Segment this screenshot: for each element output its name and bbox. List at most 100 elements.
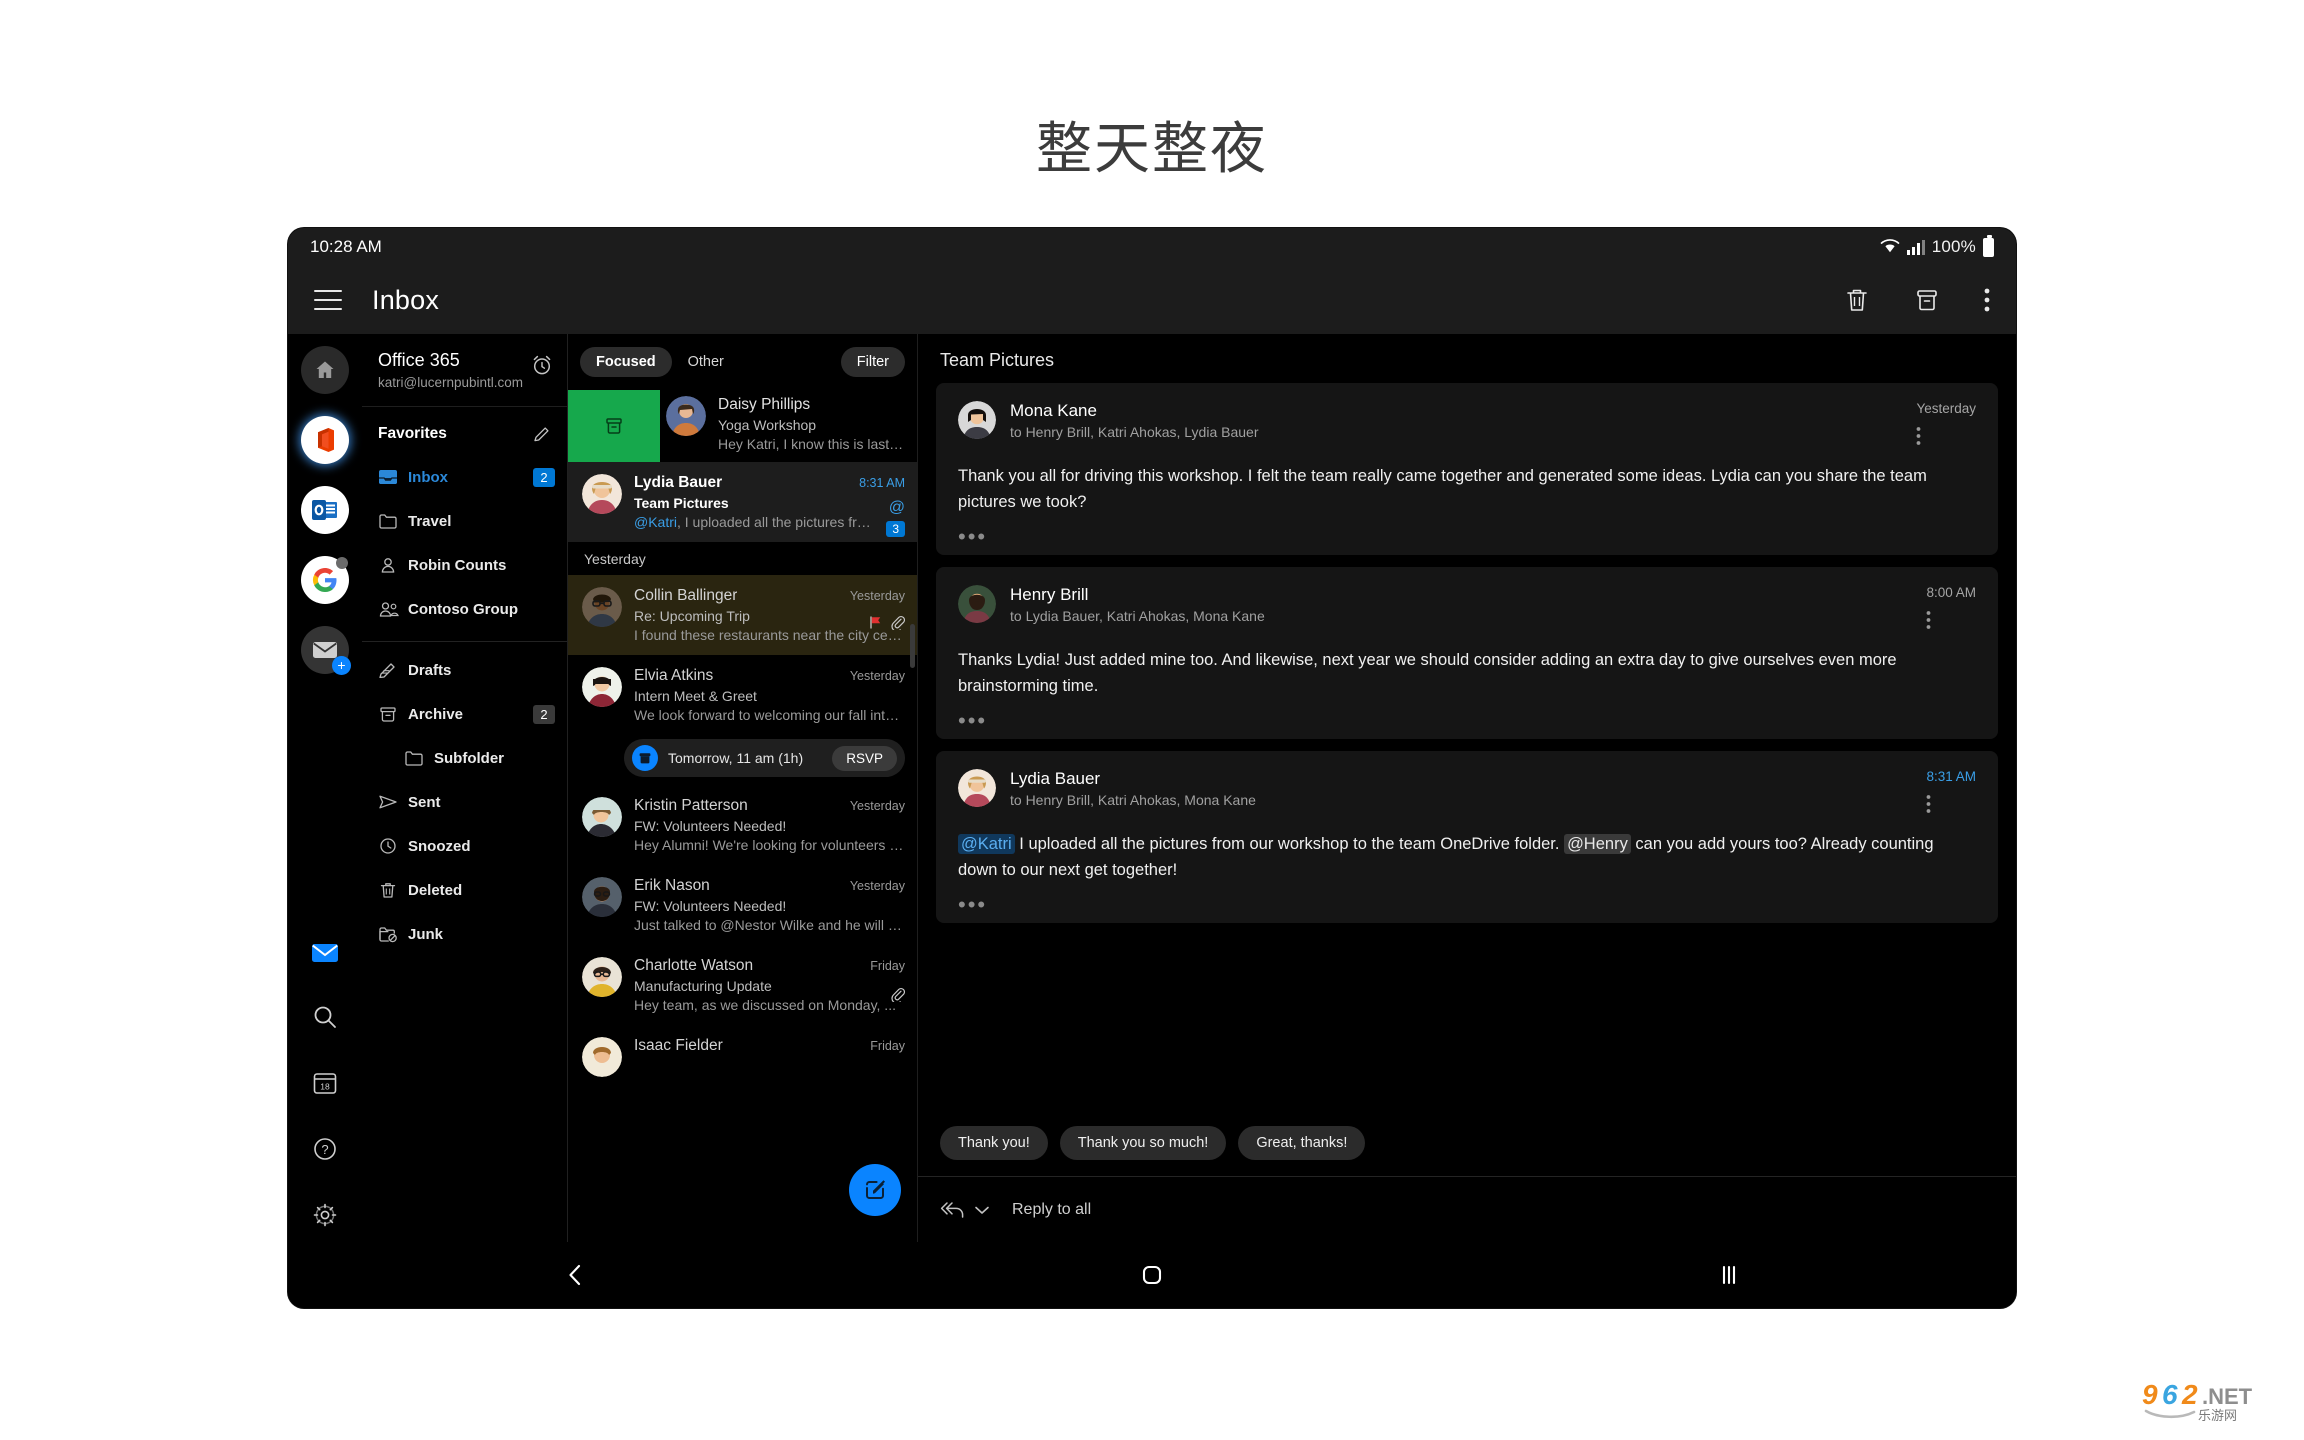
android-status-bar: 10:28 AM 100% [288, 228, 2016, 266]
android-recents-button[interactable] [1718, 1262, 1740, 1288]
search-tab-icon[interactable] [312, 1004, 338, 1030]
home-account-icon[interactable] [301, 346, 349, 394]
list-item-sender: Kristin Patterson [634, 797, 748, 815]
expand-quoted-text-icon[interactable]: ••• [958, 901, 1976, 909]
list-item-time: Friday [862, 1039, 905, 1053]
alarm-clock-icon[interactable] [531, 354, 553, 376]
list-item-erik-nason[interactable]: Erik Nason Yesterday FW: Volunteers Need… [568, 865, 917, 945]
android-back-button[interactable] [564, 1260, 586, 1290]
reply-all-icon[interactable] [940, 1201, 966, 1219]
app-body: + 18 ? [288, 334, 2016, 1242]
sidebar-item-inbox[interactable]: Inbox 2 [362, 455, 567, 499]
message-card-lydia-bauer[interactable]: Lydia Bauer to Henry Brill, Katri Ahokas… [936, 751, 1998, 923]
rsvp-button[interactable]: RSVP [832, 746, 897, 771]
account-header[interactable]: Office 365 katri@lucernpubintl.com [362, 334, 567, 407]
message-overflow-icon[interactable] [1926, 610, 1974, 630]
sidebar-item-travel[interactable]: Travel [362, 499, 567, 543]
tab-focused[interactable]: Focused [580, 347, 672, 377]
pencil-edit-icon[interactable] [533, 425, 551, 443]
avatar [958, 585, 996, 623]
tab-other[interactable]: Other [672, 347, 740, 377]
suggested-reply-2[interactable]: Thank you so much! [1060, 1126, 1227, 1160]
add-account-icon[interactable]: + [301, 626, 349, 674]
avatar [666, 396, 706, 436]
sidebar-item-deleted[interactable]: Deleted [362, 868, 567, 912]
list-item-sender: Elvia Atkins [634, 667, 713, 685]
sidebar-item-subfolder[interactable]: Subfolder [362, 736, 567, 780]
attachment-icon [890, 987, 905, 1002]
sidebar-item-label: Sent [408, 794, 441, 811]
google-account-icon[interactable] [301, 556, 349, 604]
archive-box-icon [378, 705, 408, 723]
sidebar-item-archive[interactable]: Archive 2 [362, 692, 567, 736]
body-part-1: I uploaded all the pictures from our wor… [1015, 835, 1564, 853]
trash-icon [378, 881, 408, 899]
sidebar-item-snoozed[interactable]: Snoozed [362, 824, 567, 868]
sidebar-item-junk[interactable]: Junk [362, 912, 567, 956]
compose-pencil-icon[interactable] [849, 1164, 901, 1216]
list-item-time: 8:31 AM [851, 476, 905, 490]
mail-tab-icon[interactable] [311, 942, 339, 964]
message-card-mona-kane[interactable]: Mona Kane to Henry Brill, Katri Ahokas, … [936, 383, 1998, 555]
sidebar-item-contoso-group[interactable]: Contoso Group [362, 587, 567, 631]
battery-icon [1983, 238, 1994, 257]
svg-text:?: ? [321, 1142, 328, 1157]
message-body: Thanks Lydia! Just added mine too. And l… [958, 648, 1976, 699]
reply-to-all-label[interactable]: Reply to all [1012, 1201, 1091, 1219]
overflow-menu-icon[interactable] [1984, 287, 1990, 313]
avatar [958, 401, 996, 439]
list-item-lydia-bauer[interactable]: Lydia Bauer 8:31 AM Team Pictures @Katri… [568, 462, 917, 542]
list-item-subject: Manufacturing Update [634, 978, 905, 994]
list-toolbar: Focused Other Filter [568, 334, 917, 390]
outlook-account-icon[interactable] [301, 486, 349, 534]
account-name: Office 365 [378, 350, 523, 371]
list-item-isaac-fielder[interactable]: Isaac Fielder Friday [568, 1025, 917, 1089]
android-home-button[interactable] [1139, 1262, 1165, 1288]
reply-bar[interactable]: Reply to all [918, 1176, 2016, 1242]
settings-tab-icon[interactable] [312, 1202, 338, 1228]
message-card-henry-brill[interactable]: Henry Brill to Lydia Bauer, Katri Ahokas… [936, 567, 1998, 739]
app-bar: Inbox [288, 266, 2016, 334]
sidebar-item-drafts[interactable]: Drafts [362, 648, 567, 692]
sidebar-item-robin-counts[interactable]: Robin Counts [362, 543, 567, 587]
expand-quoted-text-icon[interactable]: ••• [958, 717, 1976, 725]
calendar-event-icon [632, 745, 658, 771]
list-item-preview: We look forward to welcoming our fall in… [634, 707, 905, 723]
message-overflow-icon[interactable] [1916, 426, 1974, 446]
message-list-pane[interactable]: Focused Other Filter Daisy Phillips [568, 334, 918, 1242]
message-recipients: to Henry Brill, Katri Ahokas, Mona Kane [1010, 792, 1256, 808]
expand-quoted-text-icon[interactable]: ••• [958, 533, 1976, 541]
suggested-replies: Thank you! Thank you so much! Great, tha… [918, 1116, 2016, 1176]
help-tab-icon[interactable]: ? [312, 1136, 338, 1162]
reading-pane: Team Pictures Mona Kane to Henry Brill, … [918, 334, 2016, 1242]
avatar [582, 1037, 622, 1077]
suggested-reply-3[interactable]: Great, thanks! [1238, 1126, 1365, 1160]
android-navigation-bar [288, 1242, 2016, 1308]
list-item-collin-ballinger[interactable]: Collin Ballinger Yesterday Re: Upcoming … [568, 575, 917, 655]
archive-swipe-icon[interactable] [568, 390, 660, 462]
delete-icon[interactable] [1844, 286, 1870, 314]
message-overflow-icon[interactable] [1926, 794, 1974, 814]
sidebar-item-sent[interactable]: Sent [362, 780, 567, 824]
list-item-kristin-patterson[interactable]: Kristin Patterson Yesterday FW: Voluntee… [568, 785, 917, 865]
attachment-icon [890, 615, 905, 630]
filter-button[interactable]: Filter [841, 347, 905, 377]
rsvp-time-label: Tomorrow, 11 am (1h) [668, 750, 803, 766]
chevron-down-icon[interactable] [974, 1205, 990, 1215]
list-scrollbar-thumb[interactable] [910, 624, 915, 668]
mention-katri[interactable]: @Katri [958, 834, 1015, 854]
calendar-tab-icon[interactable]: 18 [312, 1070, 338, 1096]
list-item-swiping[interactable]: Daisy Phillips Yoga Workshop Hey Katri, … [568, 390, 917, 462]
office-365-account-icon[interactable] [301, 416, 349, 464]
list-item-elvia-atkins[interactable]: Elvia Atkins Yesterday Intern Meet & Gre… [568, 655, 917, 735]
list-item-charlotte-watson[interactable]: Charlotte Watson Friday Manufacturing Up… [568, 945, 917, 1025]
suggested-reply-1[interactable]: Thank you! [940, 1126, 1048, 1160]
conversation-scroll[interactable]: Mona Kane to Henry Brill, Katri Ahokas, … [918, 383, 2016, 1116]
rsvp-card[interactable]: Tomorrow, 11 am (1h) RSVP [624, 739, 905, 777]
hamburger-menu-icon[interactable] [314, 290, 342, 310]
archive-icon[interactable] [1914, 286, 1940, 314]
mention-henry[interactable]: @Henry [1564, 834, 1631, 854]
page-title-inbox: Inbox [372, 285, 439, 316]
list-item-sender: Lydia Bauer [634, 474, 722, 492]
svg-text:2: 2 [2181, 1379, 2198, 1410]
